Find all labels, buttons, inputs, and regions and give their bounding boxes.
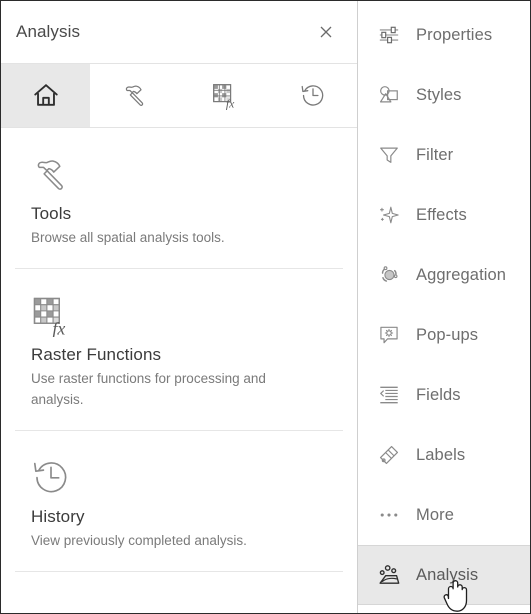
hammer-icon bbox=[37, 160, 63, 190]
close-button[interactable] bbox=[313, 19, 339, 45]
sidebar-item-properties[interactable]: Properties bbox=[358, 5, 530, 65]
sidebar-item-styles[interactable]: Styles bbox=[358, 65, 530, 125]
card-title: History bbox=[31, 506, 85, 526]
sidebar-item-label: Pop-ups bbox=[416, 325, 479, 344]
sidebar-item-filter[interactable]: Filter bbox=[358, 125, 530, 185]
aggregation-icon bbox=[374, 264, 404, 286]
tab-home[interactable] bbox=[1, 64, 90, 127]
sidebar-item-label: Fields bbox=[416, 385, 461, 404]
sidebar-item-label: Aggregation bbox=[416, 265, 507, 284]
popup-gear-icon bbox=[374, 324, 404, 346]
analysis-panel-window: Analysis fx Tools Browse all spatial ana… bbox=[0, 0, 531, 614]
card-description: Browse all spatial analysis tools. bbox=[31, 230, 225, 245]
sidebar-item-label: Properties bbox=[416, 25, 493, 44]
sidebar-item-effects[interactable]: Effects bbox=[358, 185, 530, 245]
card-icon-wrap: fx bbox=[29, 291, 343, 339]
tab-tools[interactable] bbox=[90, 64, 179, 127]
home-icon bbox=[33, 83, 58, 106]
sidebar-item-label: Analysis bbox=[416, 565, 479, 584]
styles-icon bbox=[374, 84, 404, 106]
svg-text:fx: fx bbox=[52, 319, 65, 338]
sidebar-item-label: More bbox=[416, 505, 454, 524]
close-icon bbox=[320, 26, 332, 38]
funnel-icon bbox=[374, 144, 404, 166]
sidebar-item-analysis[interactable]: Analysis bbox=[358, 545, 530, 605]
sidebar-item-labels[interactable]: Labels bbox=[358, 425, 530, 485]
card-icon-wrap bbox=[29, 150, 343, 198]
sparkle-icon bbox=[374, 204, 404, 226]
card-history[interactable]: History View previously completed analys… bbox=[15, 431, 343, 572]
sidebar-item-pop-ups[interactable]: Pop-ups bbox=[358, 305, 530, 365]
sidebar-item-aggregation[interactable]: Aggregation bbox=[358, 245, 530, 305]
analysis-card-list: Tools Browse all spatial analysis tools. bbox=[1, 128, 357, 613]
hammer-icon bbox=[125, 84, 143, 106]
panel-header: Analysis bbox=[1, 1, 357, 64]
tab-history[interactable] bbox=[268, 64, 357, 127]
ellipsis-icon bbox=[374, 504, 404, 526]
raster-function-icon: fx bbox=[212, 83, 235, 110]
card-raster-functions[interactable]: fx Raster Functions Use raster functions… bbox=[15, 269, 343, 431]
panel-tabs: fx bbox=[1, 64, 357, 128]
card-title: Tools bbox=[31, 204, 72, 223]
raster-function-icon: fx bbox=[33, 298, 65, 338]
sidebar-item-fields[interactable]: Fields bbox=[358, 365, 530, 425]
sidebar-item-label: Styles bbox=[416, 85, 462, 104]
sidebar-item-label: Effects bbox=[416, 205, 467, 224]
card-icon-wrap bbox=[29, 453, 343, 501]
sidebar-item-label: Filter bbox=[416, 145, 454, 164]
card-description: Use raster functions for processing and … bbox=[31, 371, 266, 407]
label-tag-icon bbox=[374, 444, 404, 466]
sidebar-item-more[interactable]: More bbox=[358, 485, 530, 545]
page-title: Analysis bbox=[16, 22, 81, 41]
sliders-icon bbox=[374, 24, 404, 46]
card-description: View previously completed analysis. bbox=[31, 532, 247, 548]
svg-text:fx: fx bbox=[225, 97, 234, 109]
card-title: Raster Functions bbox=[31, 345, 162, 365]
sidebar-item-label: Labels bbox=[416, 445, 466, 464]
right-sidebar: Properties Styles Filter Effects Aggrega… bbox=[358, 1, 530, 613]
history-clock-icon bbox=[301, 84, 323, 106]
card-tools[interactable]: Tools Browse all spatial analysis tools. bbox=[15, 128, 343, 270]
analysis-panel: Analysis fx Tools Browse all spatial ana… bbox=[1, 1, 358, 613]
analysis-icon bbox=[374, 564, 404, 587]
fields-icon bbox=[374, 384, 404, 406]
history-clock-icon bbox=[33, 461, 67, 493]
tab-raster-functions[interactable]: fx bbox=[179, 64, 268, 127]
